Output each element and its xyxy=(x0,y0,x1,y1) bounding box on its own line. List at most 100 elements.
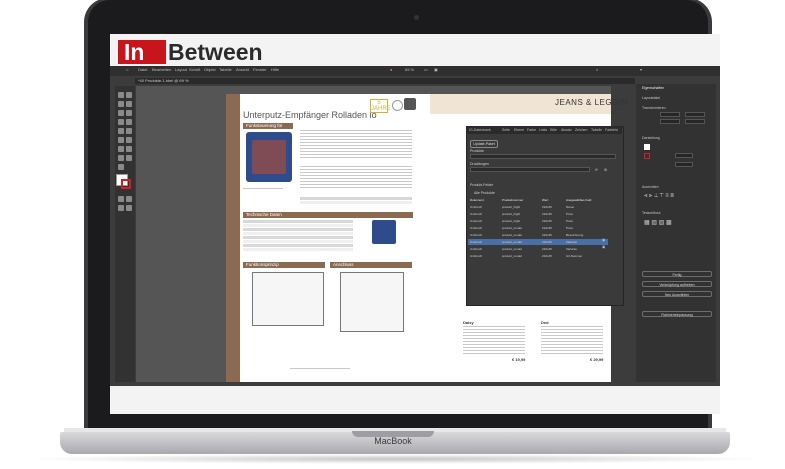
panel-tab-character[interactable]: Zeichen xyxy=(575,128,587,132)
x-field[interactable] xyxy=(660,112,680,117)
wrap-icons[interactable]: ▦ ▧ ▨ ▩ xyxy=(644,219,672,226)
stroke-weight-field[interactable] xyxy=(675,153,693,158)
menu-file[interactable]: Datei xyxy=(138,67,147,72)
col-field: Ausgewähltes Feld xyxy=(566,198,592,202)
pen-tool-icon[interactable] xyxy=(118,119,124,125)
document-tab[interactable]: *40 Produkte-1.idml @ 69 % xyxy=(138,78,189,83)
page-left-sidebar xyxy=(226,94,240,382)
format-container-icon[interactable] xyxy=(118,196,124,202)
workspace-switcher[interactable]: ▾ xyxy=(640,67,642,72)
menu-help[interactable]: Hilfe xyxy=(271,67,279,72)
table-row[interactable]: Umbruch product_model 210x45 Preis xyxy=(468,225,608,231)
cell: 210x45 xyxy=(542,254,552,258)
stroke-icon[interactable] xyxy=(644,153,650,159)
table-row[interactable]: Umbruch product_highl 210x45 Name xyxy=(468,204,608,210)
link-icon[interactable]: ▣ xyxy=(602,238,605,242)
table-row[interactable]: Umbruch product_model 210x45 Bezeichnung xyxy=(468,232,608,238)
warranty-badge: 5 JAHRE xyxy=(370,99,391,113)
product-image-detail xyxy=(252,140,286,174)
stroke-swatch-icon[interactable] xyxy=(121,179,131,189)
panel-tab-styles[interactable]: Stile xyxy=(550,128,557,132)
cell: 210x45 xyxy=(542,219,552,223)
products-field[interactable] xyxy=(470,154,616,159)
section-head-wiring: Anschluss xyxy=(330,262,412,268)
hand-tool-icon[interactable] xyxy=(126,155,132,161)
section-transform: Transformieren xyxy=(642,106,666,110)
spec-row xyxy=(243,248,353,251)
align-icons[interactable]: ⫷ ⫸ ⊥ ⊤ ≡ ≣ xyxy=(644,193,674,200)
panel-tab-links[interactable]: Links xyxy=(539,128,547,132)
menu-object[interactable]: Objekt xyxy=(204,67,216,72)
table-row-selected[interactable]: Umbruch product_model 210x45 Material xyxy=(468,239,608,245)
format-text-icon[interactable] xyxy=(126,196,132,202)
rectangle-frame-tool-icon[interactable] xyxy=(118,128,124,134)
panel-tab-swatches[interactable]: Farbfeld xyxy=(605,128,618,132)
line-tool-icon[interactable] xyxy=(126,110,132,116)
refresh-icon[interactable]: ⟳ xyxy=(595,168,598,172)
y-field[interactable] xyxy=(660,119,680,124)
w-field[interactable] xyxy=(685,112,705,117)
settings-icon[interactable]: ⚙ xyxy=(604,168,607,172)
selection-tool-icon[interactable] xyxy=(118,92,124,98)
panel-tab-layer[interactable]: Ebene xyxy=(514,128,524,132)
pencil-tool-icon[interactable] xyxy=(126,119,132,125)
transform-tool-icon[interactable] xyxy=(126,137,132,143)
menu-view[interactable]: Ansicht xyxy=(236,67,249,72)
type-tool-icon[interactable] xyxy=(118,110,124,116)
panel-tab-paragraph[interactable]: Absatz xyxy=(561,128,572,132)
device-brand: MacBook xyxy=(374,436,412,446)
apply-color-icon[interactable] xyxy=(118,205,124,211)
panel-tab-color[interactable]: Farbe xyxy=(527,128,536,132)
update-button[interactable]: Update-Paket xyxy=(470,140,498,148)
scissors-tool-icon[interactable] xyxy=(118,137,124,143)
cell: Umbruch xyxy=(470,219,483,223)
properties-header: Eigenschaften xyxy=(642,86,665,90)
note-tool-icon[interactable] xyxy=(126,146,132,152)
page-footer xyxy=(290,368,350,370)
gradient-tool-icon[interactable] xyxy=(118,146,124,152)
spread-field[interactable] xyxy=(470,167,590,172)
reselect-button[interactable]: Neu Auswählen xyxy=(642,291,712,297)
rectangle-tool-icon[interactable] xyxy=(126,128,132,134)
fill-icon[interactable] xyxy=(644,144,650,150)
table-row[interactable]: Umbruch product_highl 210x45 Preis xyxy=(468,218,608,224)
unlink-button[interactable]: Verknüpfung aufheben xyxy=(642,281,712,287)
panel-tab-table[interactable]: Tabelle xyxy=(591,128,602,132)
page-tool-icon[interactable] xyxy=(118,101,124,107)
screen-mode-icon[interactable]: ▣ xyxy=(434,67,438,72)
done-button[interactable]: Fertig xyxy=(642,271,712,277)
search-icon[interactable]: ⌕ xyxy=(596,67,598,72)
order-row xyxy=(300,201,412,204)
menu-window[interactable]: Fenster xyxy=(253,67,267,72)
table-row[interactable]: Umbruch product_model 210x45 Art-Nummer xyxy=(468,253,608,259)
gap-tool-icon[interactable] xyxy=(126,101,132,107)
cell: Umbruch xyxy=(470,233,483,237)
table-row[interactable]: Umbruch product_highl 210x45 Preis xyxy=(468,211,608,217)
frame-fitting-button[interactable]: Rahmeneinpassung xyxy=(642,311,712,317)
apply-none-icon[interactable] xyxy=(126,205,132,211)
description-text xyxy=(300,130,412,160)
menu-edit[interactable]: Bearbeiten xyxy=(152,67,171,72)
zoom-level[interactable]: 69 % xyxy=(405,67,414,72)
eyedropper-tool-icon[interactable] xyxy=(118,155,124,161)
link-icon[interactable]: ▣ xyxy=(602,245,605,249)
product-desc-2 xyxy=(541,326,603,354)
menu-layout[interactable]: Layout xyxy=(175,67,187,72)
menu-type[interactable]: Schrift xyxy=(189,67,200,72)
table-row[interactable]: Umbruch product_model 210x45 Variante xyxy=(468,246,608,252)
panel-tab-database[interactable]: IG-Datenbank xyxy=(469,128,491,132)
cell: Preis xyxy=(566,219,573,223)
opacity-field[interactable] xyxy=(675,162,693,167)
cell: Preis xyxy=(566,212,573,216)
category-title: JEANS & LEGGIN xyxy=(555,98,628,107)
panel-tab-page[interactable]: Seite xyxy=(502,128,510,132)
direct-selection-tool-icon[interactable] xyxy=(126,92,132,98)
product-name-2: Ded xyxy=(541,320,549,325)
product-title: Unterputz-Empfänger Rolladen io xyxy=(243,110,377,120)
h-field[interactable] xyxy=(685,119,705,124)
menu-table[interactable]: Tabelle xyxy=(219,67,232,72)
layout-icon[interactable]: ▭ xyxy=(424,67,428,72)
zoom-tool-icon[interactable] xyxy=(118,164,124,170)
cell: product_model xyxy=(502,247,522,251)
home-icon[interactable]: ⌂ xyxy=(126,67,128,72)
